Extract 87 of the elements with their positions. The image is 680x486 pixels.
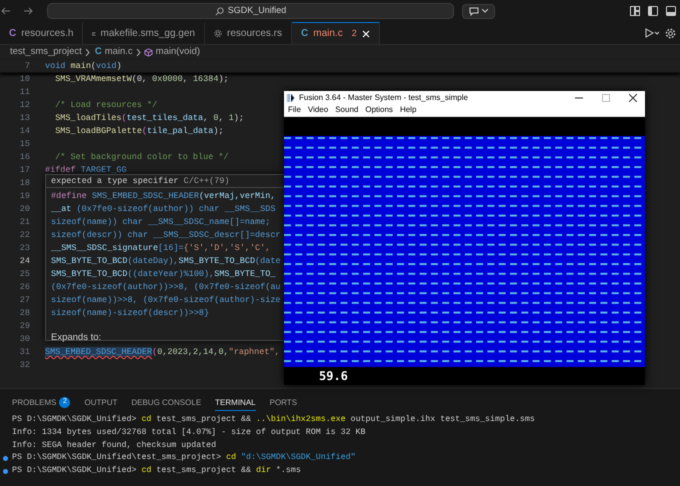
line-number: 29 [18,320,31,333]
terminal-line: PS D:\SGMDK\SGDK_Unified> cd test_sms_project && ..\bin\ihx2sms.exe output_simple.ihx test_sms_simple.sms [12,414,535,426]
back-arrow-icon [1,6,11,16]
line-number: 16 [18,151,31,164]
chat-button[interactable] [462,4,495,18]
window-title: Fusion 3.64 - Master System - test_sms_simple [299,92,468,104]
breadcrumb-item[interactable]: test_sms_project [10,45,82,60]
line-number: 13 [18,112,31,125]
settings-icon [665,28,676,38]
search-icon [214,6,224,16]
c-file-icon: C [94,45,102,60]
line-number: 20 [18,203,31,216]
code-line: SMS_BYTE_TO_BCD((dateYear)%100),SMS_BYTE_TO_ [51,268,276,281]
line-number: 25 [18,268,31,281]
breadcrumb-item[interactable]: main(void) [156,45,200,60]
app-icon [287,94,295,102]
panel-tab[interactable]: TERMINAL [215,395,256,411]
code-line: SMS_loadBGPalette(tile_pal_data); [54,125,224,138]
menu-item[interactable]: Options [365,104,393,116]
editor-tab[interactable]: C main.c 2 [292,22,380,44]
maximize-icon [602,94,610,102]
line-number: 24 [18,255,31,268]
code-line: SMS_VRAMmemsetW(0, 0x0000, 16384); [54,73,229,86]
c-file-icon: C [301,26,308,41]
run-icon [645,28,659,38]
chevron-icon [84,49,90,56]
terminal-line: Info: 1334 bytes used/32768 total [4.07%] - size of output ROM is 32 KB [12,426,366,439]
code-line: /* Set background color to blue */ [54,151,229,164]
line-number: 21 [18,216,31,229]
code-line: #ifdef TARGET_GG [45,164,127,176]
caret-icon [482,9,488,13]
line-number: 11 [18,86,31,99]
line-number: 32 [18,359,31,372]
panel-tab[interactable]: PORTS [270,395,298,411]
terminal-line: PS D:\SGMDK\SGDK_Unified> cd test_sms_project && dir *.sms [12,464,301,477]
terminal-line: Info: SEGA header found, checksum updated [12,440,216,452]
code-line: void main(void) [45,60,122,72]
line-number: 15 [18,138,31,151]
panel-tab[interactable]: DEBUG CONSOLE [131,395,202,411]
line-number: 23 [18,242,31,255]
code-line: __at (0x7fe0-sizeof(author)) char __SMS__SDS [51,203,276,216]
close-icon [629,94,637,102]
panel-toggle-icon [666,6,676,16]
code-line: sizeof(name))>>8, (0x7fe0-sizeof(author)-size [51,294,282,307]
code-line: __SMS__SDSC_signature[16]={'S','D','S','C', [51,242,272,255]
gear-icon [214,29,222,38]
panel-tab[interactable]: OUTPUT [84,395,118,411]
line-number: 18 [18,177,31,190]
code-line: SMS_BYTE_TO_BCD(dateDay),SMS_BYTE_TO_BCD(date [51,255,282,268]
code-line: sizeof(name)) char __SMS__SDSC_name[]=name; [51,216,272,229]
line-number: 17 [18,164,31,177]
menu-item[interactable]: Help [400,104,416,116]
line-number: 28 [18,307,31,320]
line-number: 30 [18,333,31,346]
line-number: 12 [18,99,31,112]
line-number: 14 [18,125,31,138]
search-field[interactable]: SGDK_Unified [47,3,454,19]
terminal-line: PS D:\SGMDK\SGDK_Unified\test_sms_project> cd "d:\SGMDK\SGDK_Unified" [12,452,356,464]
code-line: SMS_loadTiles(test_tiles_data, 0, 1); [54,112,244,125]
close-icon [362,30,370,38]
line-number: 22 [18,229,31,242]
code-line: #define SMS_EMBED_SDSC_HEADER(verMaj,verMin, [51,190,276,203]
line-number: 31 [18,346,31,359]
menu-item[interactable]: Video [308,104,328,116]
code-line: sizeof(name)-sizeof(descr))>>8} [51,307,210,320]
breadcrumb-item[interactable]: main.c [104,45,133,60]
code-line: (0x7fe0-sizeof(author))>>8, (0x7fe0-sizeof(au [51,281,282,294]
chat-icon [469,6,479,16]
code-line: SMS_EMBED_SDSC_HEADER(0,2023,2,14,0,"raphnet", [45,346,280,359]
chevron-icon [136,49,141,56]
problem-count: 2 [352,26,357,40]
forward-arrow-icon [23,6,33,16]
layout-icon [630,6,640,16]
line-number: 19 [18,190,31,203]
c-file-icon: C [9,26,16,41]
cube-icon [144,48,153,57]
code-line: sizeof(descr)) char __SMS__SDSC_descr[]=descr [51,229,282,242]
expands-label: Expands to: [50,331,102,345]
line-number: 27 [18,294,31,307]
menu-item[interactable]: File [288,104,301,116]
sidebar-toggle-icon [648,6,658,16]
menu-item[interactable]: Sound [335,104,358,116]
line-number: 10 [18,73,31,86]
line-number: 26 [18,281,31,294]
line-number: 7 [24,60,31,72]
code-line: /* Load resources */ [54,99,158,112]
fps-counter: 59.6 [319,368,348,385]
